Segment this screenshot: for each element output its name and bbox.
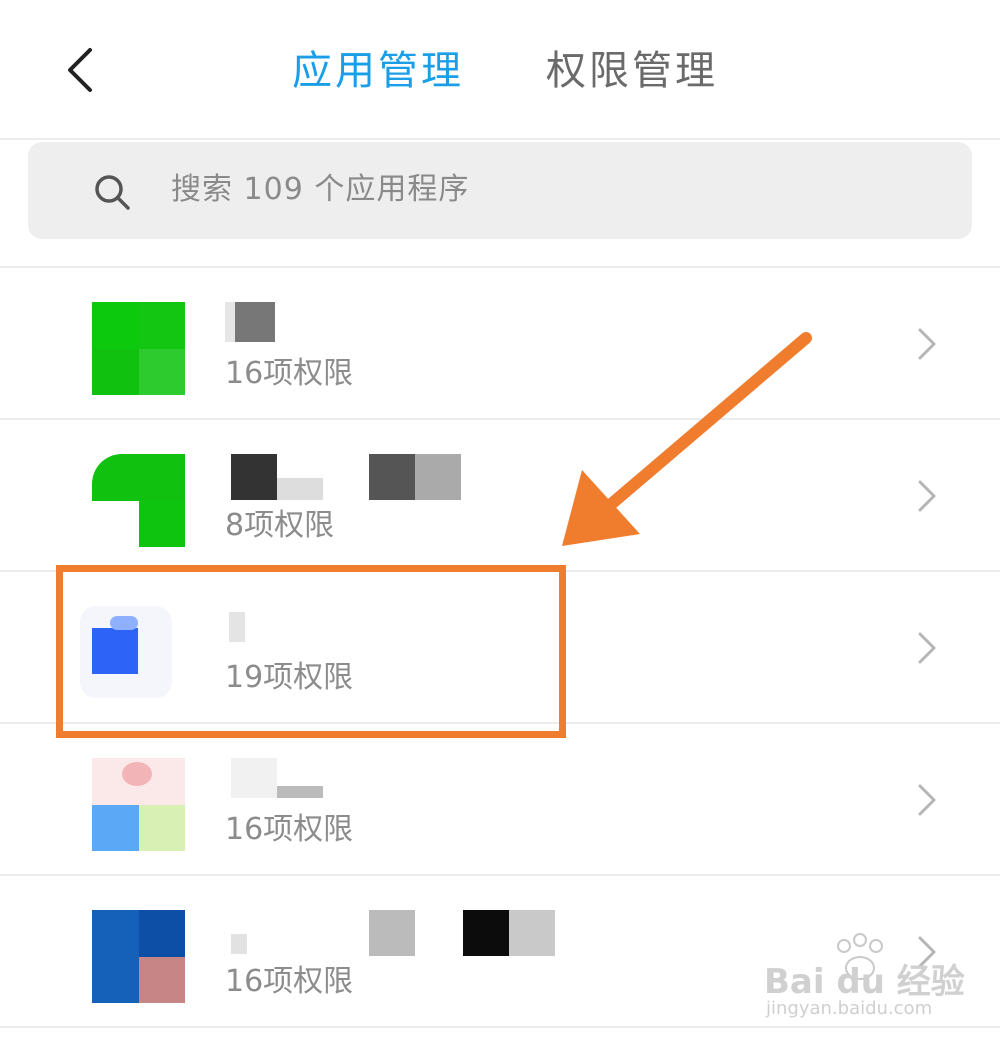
list-item[interactable]: 16项权限: [0, 268, 1000, 420]
chevron-right-icon: [918, 784, 936, 816]
chevron-right-icon: [918, 328, 936, 360]
back-button[interactable]: [52, 40, 112, 100]
app-icon: [92, 758, 185, 851]
watermark-url: jingyan.baidu.com: [766, 998, 933, 1019]
permission-count: 16项权限: [225, 964, 354, 999]
app-name: [225, 758, 325, 798]
baidu-watermark: Bai du 经验 jingyan.baidu.com: [764, 932, 965, 1022]
watermark-brand: Bai du 经验: [764, 962, 965, 1002]
tab-permission-management[interactable]: 权限管理: [546, 46, 718, 96]
arrow-annotation: [562, 332, 812, 546]
search-bar[interactable]: 搜索 109 个应用程序: [28, 142, 972, 239]
app-icon: [92, 910, 185, 1003]
permission-count: 16项权限: [225, 812, 354, 847]
chevron-right-icon: [918, 632, 936, 664]
app-icon: [92, 454, 185, 547]
list-item[interactable]: 8项权限: [0, 420, 1000, 572]
chevron-left-icon: [68, 48, 92, 92]
list-item[interactable]: 16项权限: [0, 724, 1000, 876]
search-input[interactable]: 搜索 109 个应用程序: [171, 168, 469, 212]
top-bar: 应用管理 权限管理: [0, 0, 1000, 140]
search-icon: [95, 175, 130, 210]
app-name: [225, 454, 465, 500]
permission-count: 8项权限: [225, 508, 335, 543]
chevron-right-icon: [918, 480, 936, 512]
app-management-screen: 应用管理 权限管理 搜索 109 个应用程序 16项权限 8项权限 19项权限 …: [0, 0, 1000, 1043]
app-name: [225, 910, 565, 956]
tab-app-management[interactable]: 应用管理: [292, 46, 464, 96]
app-icon: [92, 302, 185, 395]
permission-count: 16项权限: [225, 356, 354, 391]
highlight-box: [56, 565, 566, 738]
